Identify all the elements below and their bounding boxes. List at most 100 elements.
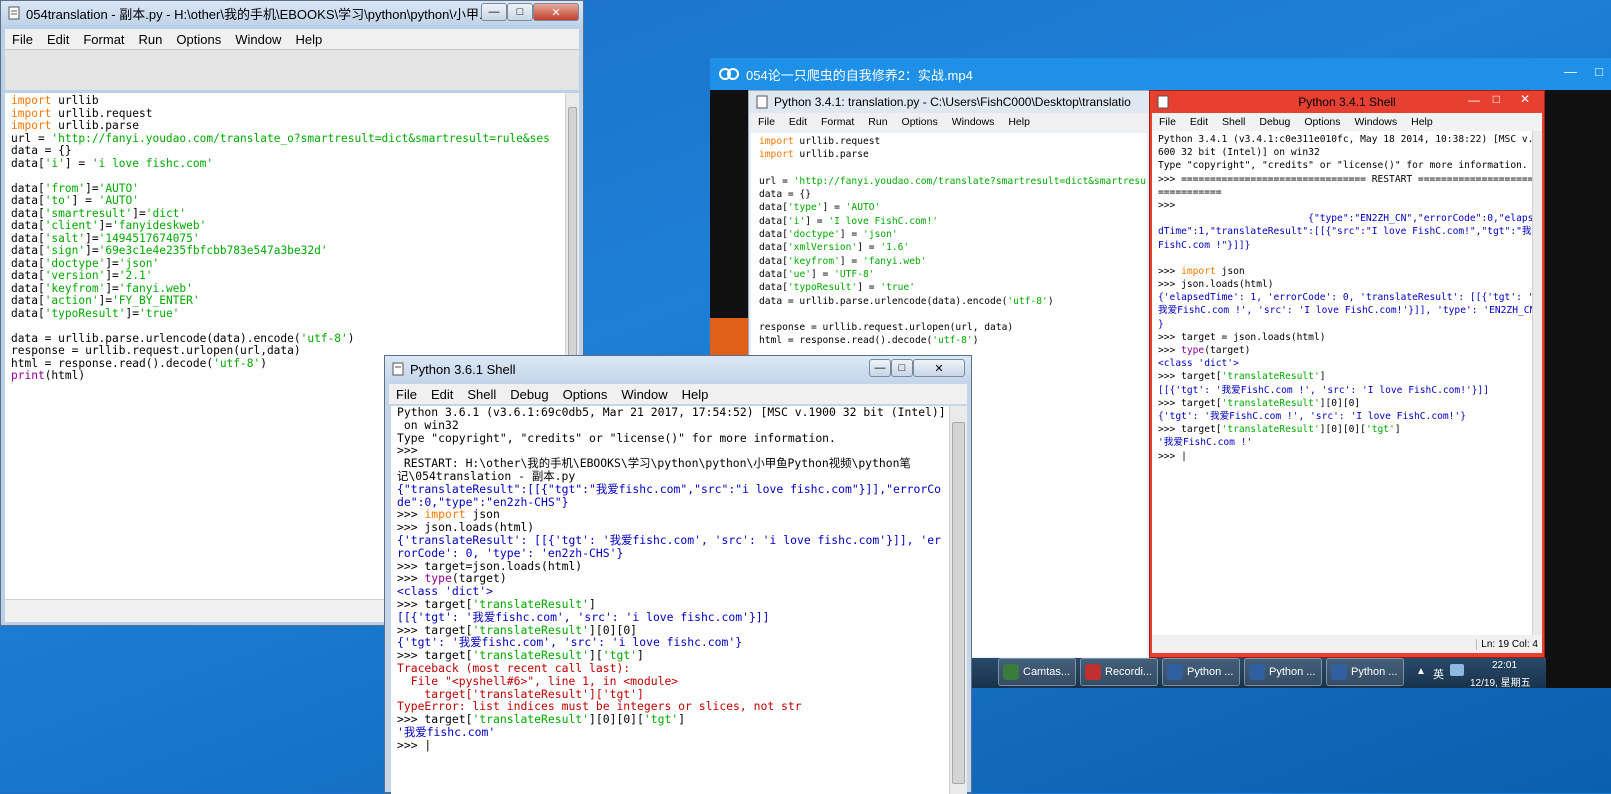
menu-item-options[interactable]: Options: [169, 32, 228, 47]
menu-item-file[interactable]: File: [5, 32, 40, 47]
menu-item-debug[interactable]: Debug: [1252, 116, 1297, 128]
code-token: urllib: [51, 94, 99, 107]
code-token: >>> target[: [1158, 371, 1222, 383]
flag-icon[interactable]: ▲: [1416, 666, 1426, 677]
menu-item-help[interactable]: Help: [1001, 116, 1037, 128]
menu-item-windows[interactable]: Windows: [1348, 116, 1405, 128]
menu-item-windows[interactable]: Windows: [945, 116, 1002, 128]
taskbar-label: Camtas...: [1023, 666, 1071, 678]
code-token: data[: [759, 229, 788, 241]
code-token: data[: [759, 215, 788, 227]
video-titlebar[interactable]: 054论一只爬虫的自我修养2：实战.mp4 — □: [710, 58, 1611, 90]
code-token: 'translateResult': [1221, 371, 1320, 383]
code-token: 'utf-8': [300, 331, 348, 345]
code-token: data[: [11, 269, 45, 282]
shell341-titlebar[interactable]: Python 3.4.1 Shell — □ ✕: [1150, 91, 1544, 113]
code-token: data = urllib.parse.urlencode(data).enco…: [11, 331, 301, 345]
code-line: }: [1158, 318, 1532, 331]
cursor-position: Ln: 19 Col: 4: [1476, 638, 1538, 650]
menu-item-format[interactable]: Format: [814, 116, 861, 128]
close-button[interactable]: ✕: [913, 359, 965, 377]
editor2-titlebar[interactable]: Python 3.4.1: translation.py - C:\Users\…: [749, 91, 1149, 113]
code-token: data[: [759, 242, 788, 254]
menu-item-run[interactable]: Run: [861, 116, 894, 128]
shell341-scrollbar[interactable]: [1532, 131, 1542, 635]
language-indicator[interactable]: 英: [1433, 666, 1444, 682]
taskbar-button[interactable]: Python ...: [1244, 658, 1322, 686]
code-token: 600 32 bit (Intel)] on win32: [1158, 147, 1320, 159]
code-token: 'translateResult': [1221, 397, 1320, 409]
menu-item-run[interactable]: Run: [132, 32, 170, 47]
code-token: >>> target = json.loads(html): [1158, 331, 1326, 343]
code-line: data['keyfrom'] = 'fanyi.web': [759, 255, 1147, 268]
menu-item-format[interactable]: Format: [76, 32, 131, 47]
code-token: 'translateResult': [1221, 424, 1320, 436]
code-token: html = response.read().decode(: [11, 356, 214, 370]
menu-item-help[interactable]: Help: [675, 387, 716, 402]
menu-item-edit[interactable]: Edit: [424, 387, 460, 402]
menu-item-edit[interactable]: Edit: [782, 116, 814, 128]
menu-item-options[interactable]: Options: [556, 387, 615, 402]
menu-item-window[interactable]: Window: [614, 387, 674, 402]
code-token: import: [11, 106, 52, 120]
code-token: '1494517674075': [98, 231, 200, 245]
code-token: 'keyfrom': [44, 281, 106, 295]
video-maximize-icon[interactable]: □: [1595, 64, 1603, 79]
menu-item-shell[interactable]: Shell: [460, 387, 503, 402]
shell341-output[interactable]: Python 3.4.1 (v3.4.1:c0e311e010fc, May 1…: [1152, 131, 1532, 635]
shell341-maximize-icon[interactable]: □: [1493, 92, 1500, 106]
menu-item-options[interactable]: Options: [1297, 116, 1347, 128]
shell-window-361[interactable]: Python 3.6.1 Shell — □ ✕ File Edit Shell De…: [384, 355, 972, 794]
network-icon[interactable]: [1450, 664, 1464, 676]
maximize-button[interactable]: □: [507, 3, 533, 21]
shell-window-341[interactable]: Python 3.4.1 Shell — □ ✕ File Edit Shell De…: [1149, 90, 1545, 658]
shell341-minimize-icon[interactable]: —: [1468, 93, 1480, 107]
taskbar-button[interactable]: Python ...: [1162, 658, 1240, 686]
menu-item-help[interactable]: Help: [1404, 116, 1440, 128]
menu-item-edit[interactable]: Edit: [1183, 116, 1215, 128]
code-token: url =: [11, 131, 52, 145]
taskbar-button[interactable]: Recordi...: [1080, 658, 1158, 686]
code-token: Type "copyright", "credits" or "license(…: [1158, 160, 1528, 172]
menu-item-shell[interactable]: Shell: [1215, 116, 1252, 128]
code-token: >>>: [1158, 265, 1182, 277]
shell341-close-icon[interactable]: ✕: [1520, 92, 1530, 106]
close-button[interactable]: ✕: [533, 3, 579, 21]
code-token: ] =: [857, 242, 881, 254]
menu-item-file[interactable]: File: [389, 387, 424, 402]
taskbar-button[interactable]: Camtas...: [998, 658, 1076, 686]
video-minimize-icon[interactable]: —: [1564, 64, 1577, 79]
code-line: Python 3.4.1 (v3.4.1:c0e311e010fc, May 1…: [1158, 133, 1532, 146]
toolbar-area: [5, 49, 579, 90]
code-token: ] =: [64, 156, 92, 170]
code-token: ]=: [98, 294, 113, 307]
shell361-scrollbar[interactable]: [949, 406, 967, 794]
clock-date[interactable]: 12/19, 星期五: [1470, 674, 1531, 689]
code-token: Python 3.6.1 (v3.6.1:69c0db5, Mar 21 201…: [397, 406, 946, 419]
menu-item-debug[interactable]: Debug: [503, 387, 555, 402]
code-line: >>> json.loads(html): [1158, 278, 1532, 291]
menu-item-window[interactable]: Window: [228, 32, 288, 47]
code-token: 'tgt': [1365, 424, 1395, 436]
shell361-output[interactable]: Python 3.6.1 (v3.6.1:69c0db5, Mar 21 201…: [391, 406, 949, 794]
code-token: 'salt': [44, 231, 86, 245]
taskbar-label: Python ...: [1269, 666, 1316, 678]
code-token: html = response.read().decode(: [759, 335, 933, 347]
shell341-statusbar: Ln: 19 Col: 4: [1152, 635, 1542, 653]
menu-item-edit[interactable]: Edit: [40, 32, 76, 47]
code-token: data[: [759, 282, 788, 294]
code-line: import urllib.parse: [759, 148, 1147, 161]
app-icon: [1331, 664, 1347, 680]
code-token: 'xmlVersion': [787, 242, 858, 254]
menu-item-help[interactable]: Help: [288, 32, 329, 47]
code-token: 'typoResult': [787, 282, 858, 294]
maximize-button[interactable]: □: [891, 359, 913, 377]
taskbar-button[interactable]: Python ...: [1326, 658, 1404, 686]
menu-item-file[interactable]: File: [1152, 116, 1183, 128]
minimize-button[interactable]: —: [481, 3, 507, 21]
menu-item-file[interactable]: File: [751, 116, 782, 128]
minimize-button[interactable]: —: [869, 359, 891, 377]
menu-item-options[interactable]: Options: [895, 116, 945, 128]
code-line: >>> |: [397, 738, 949, 752]
clock-time[interactable]: 22:01: [1492, 660, 1517, 671]
